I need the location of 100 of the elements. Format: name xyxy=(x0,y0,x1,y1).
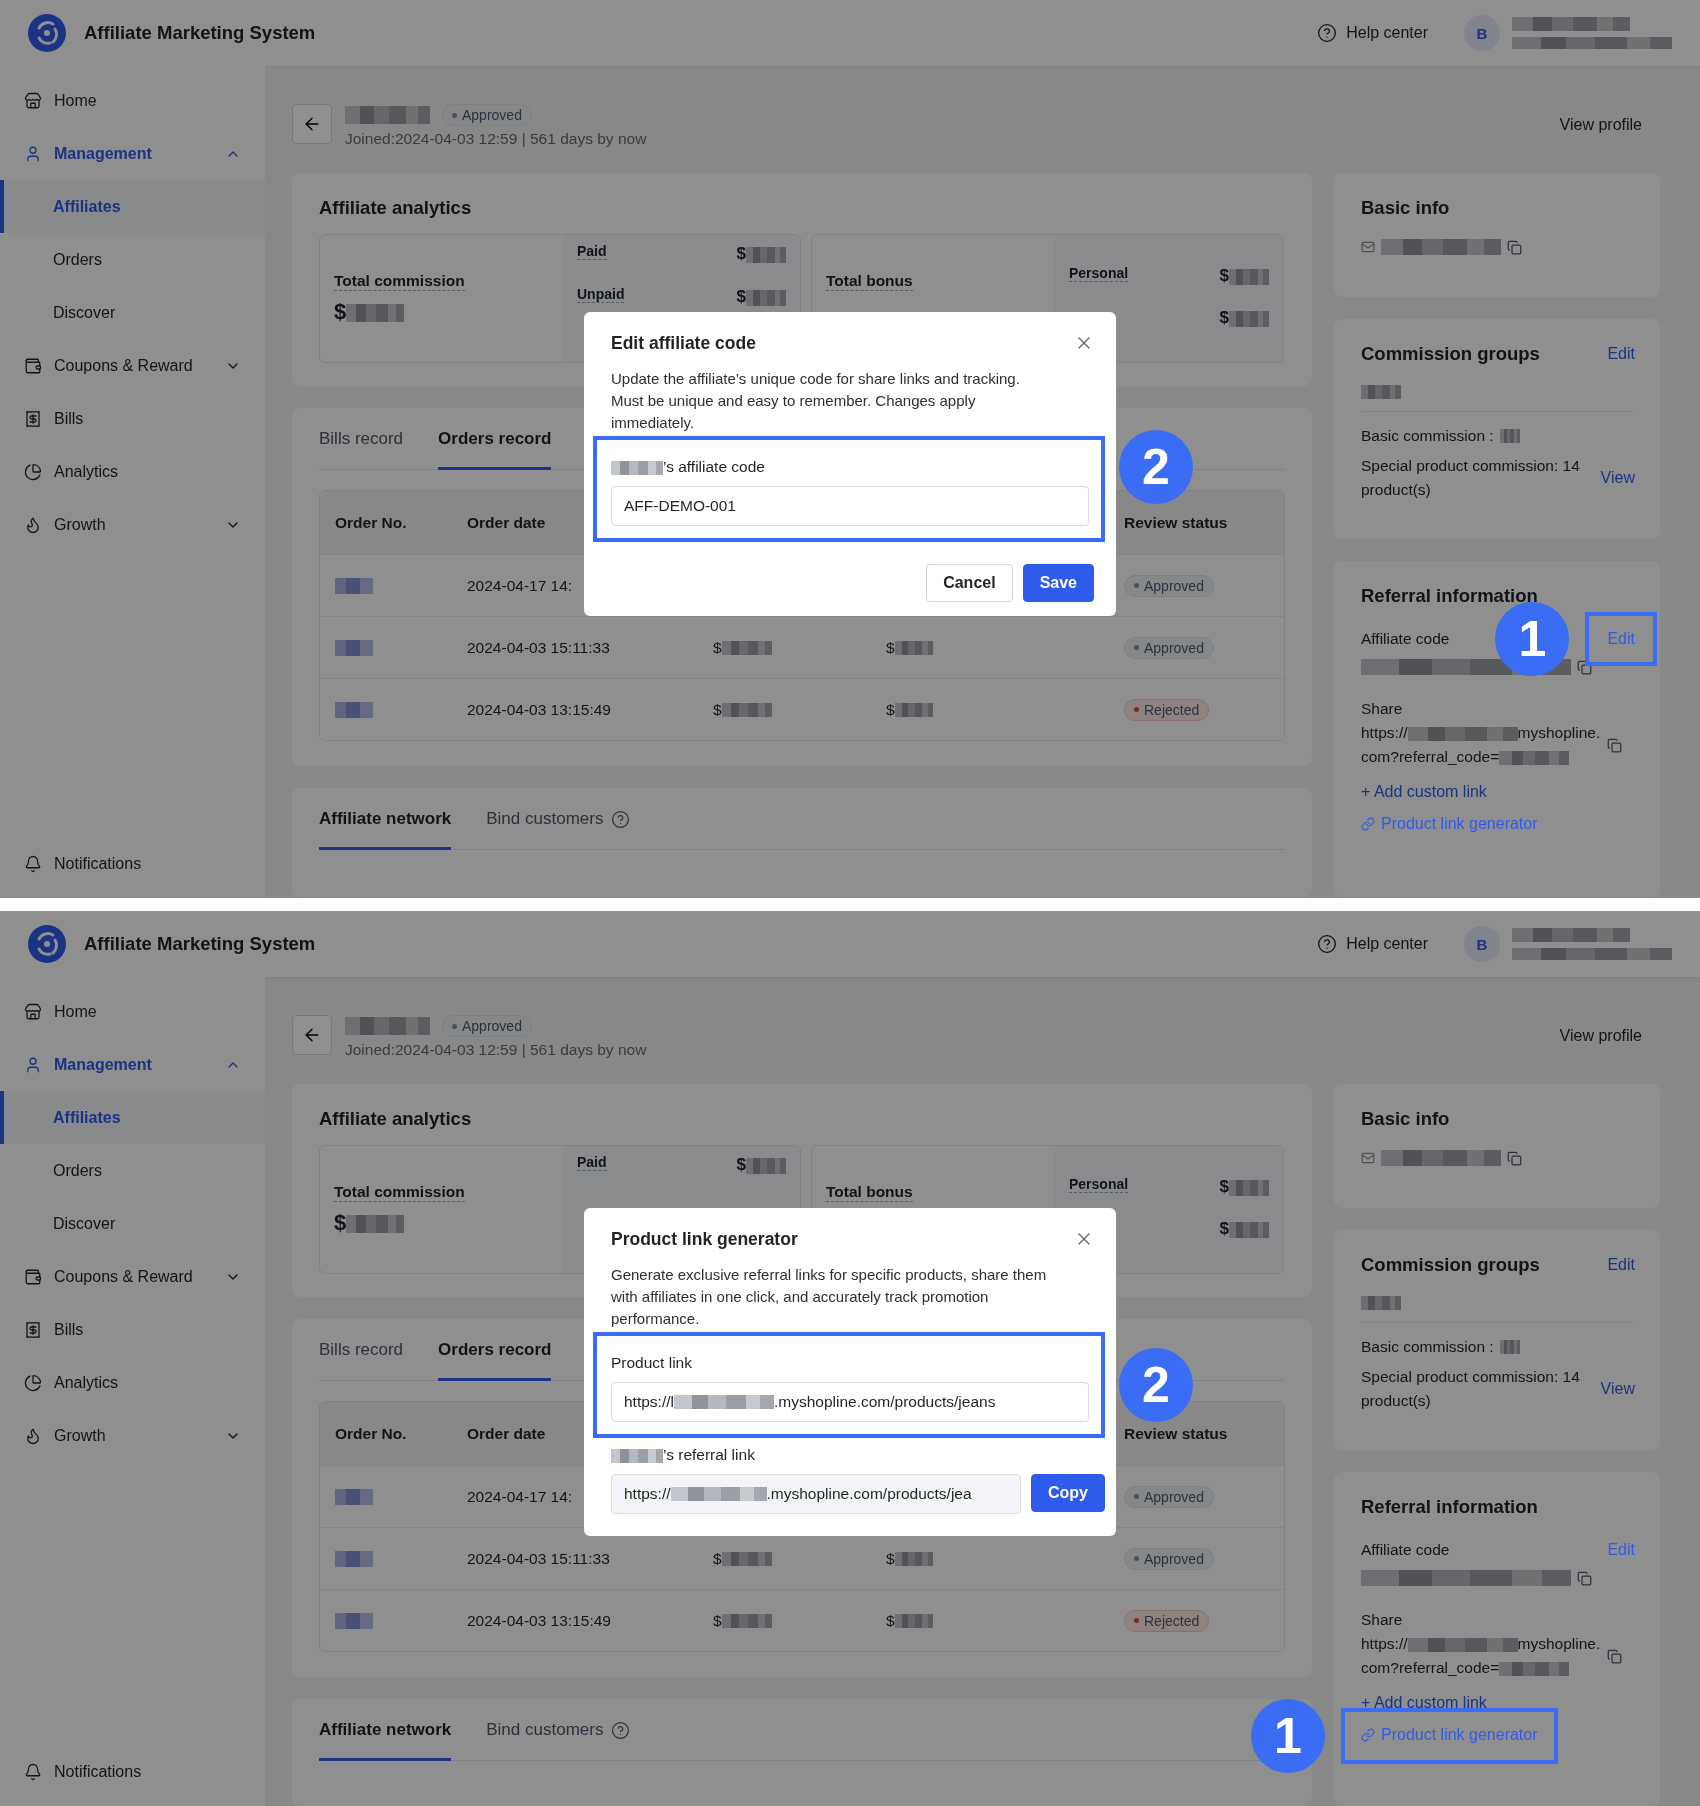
copy-icon[interactable] xyxy=(1507,1150,1522,1166)
user-icon xyxy=(24,144,42,163)
field-label: ’s affiliate code xyxy=(611,458,1089,476)
copy-icon[interactable] xyxy=(1607,737,1622,753)
input-field[interactable]: https://l .myshopline.com/products/jeans xyxy=(611,1382,1089,1422)
copy-icon[interactable] xyxy=(1607,1648,1622,1664)
nav-item[interactable]: Analytics xyxy=(0,445,265,498)
stat-label: Personal xyxy=(1069,265,1129,282)
view-link[interactable]: View xyxy=(1600,469,1635,487)
nav-item[interactable]: Orders xyxy=(0,233,265,286)
edit-link[interactable]: Edit xyxy=(1607,345,1635,363)
dialog-description: Update the affiliate’s unique code for share links and tracking. Must be unique and easy to remember. Changes apply immediately. xyxy=(611,369,1021,433)
tab[interactable]: Affiliate network xyxy=(319,1699,452,1761)
table-cell: $ xyxy=(886,1611,933,1630)
nav-item[interactable]: Notifications xyxy=(0,837,265,890)
help-icon xyxy=(1317,23,1338,43)
tab[interactable]: Orders record xyxy=(438,408,552,470)
add-custom-link[interactable]: + Add custom link xyxy=(1361,1694,1487,1712)
user-icon xyxy=(24,1055,42,1074)
redacted-text xyxy=(335,1489,373,1506)
view-profile-link[interactable]: View profile xyxy=(1559,116,1642,134)
stat-label: Total bonus xyxy=(826,272,913,291)
tab[interactable]: Affiliate network xyxy=(319,788,452,850)
stat-label: Personal xyxy=(1069,1176,1129,1193)
nav-item[interactable]: Management xyxy=(0,1038,265,1091)
nav-item[interactable]: Coupons & Reward xyxy=(0,339,265,392)
redacted-text xyxy=(1361,1296,1401,1310)
tab[interactable]: Bills record xyxy=(319,408,404,470)
table-cell: 2024-04-03 15:11:33 xyxy=(467,1549,610,1568)
dialog-button[interactable]: Cancel xyxy=(926,564,1013,602)
nav-item[interactable]: Home xyxy=(0,74,265,127)
copy-button[interactable]: Copy xyxy=(1031,1474,1105,1512)
back-button[interactable] xyxy=(292,1015,332,1055)
dialog-button[interactable]: Save xyxy=(1022,564,1094,602)
nav-item[interactable]: Bills xyxy=(0,392,265,445)
pie-chart-icon xyxy=(24,462,42,481)
help-icon xyxy=(611,809,631,829)
nav-item[interactable]: Affiliates xyxy=(0,180,265,233)
link-icon xyxy=(1361,817,1375,831)
redacted-text xyxy=(335,1551,373,1568)
card-title: Commission groups xyxy=(1361,343,1540,365)
tab[interactable]: Bills record xyxy=(319,1319,404,1381)
nav-item[interactable]: Growth xyxy=(0,498,265,551)
receipt-icon xyxy=(24,1320,42,1339)
link-icon xyxy=(1361,1728,1375,1742)
nav-item[interactable]: Orders xyxy=(0,1144,265,1197)
copy-icon[interactable] xyxy=(1577,1570,1592,1586)
store-icon xyxy=(24,91,42,110)
status-badge: Rejected xyxy=(1124,1609,1210,1632)
back-button[interactable] xyxy=(292,104,332,144)
view-link[interactable]: View xyxy=(1600,1380,1635,1398)
help-center-link[interactable]: Help center xyxy=(1317,23,1428,43)
copy-icon[interactable] xyxy=(1577,659,1592,675)
field-label: Share xyxy=(1361,699,1403,719)
help-center-link[interactable]: Help center xyxy=(1317,934,1428,954)
card-title: Basic info xyxy=(1361,1108,1451,1130)
column-header: Review status xyxy=(1124,1424,1228,1443)
nav-item[interactable]: Home xyxy=(0,985,265,1038)
nav-item[interactable]: Analytics xyxy=(0,1356,265,1409)
avatar[interactable]: B xyxy=(1464,926,1500,962)
logo-icon xyxy=(28,14,66,52)
redacted-text xyxy=(335,702,373,719)
copy-icon[interactable] xyxy=(1507,239,1522,255)
status-badge: Approved xyxy=(1124,636,1214,659)
table-cell: 2024-04-03 15:11:33 xyxy=(467,638,610,657)
app-title: Affiliate Marketing System xyxy=(84,22,316,44)
table-cell: 2024-04-03 13:15:49 xyxy=(467,700,611,719)
avatar[interactable]: B xyxy=(1464,15,1500,51)
view-profile-link[interactable]: View profile xyxy=(1559,1027,1642,1045)
column-header: Review status xyxy=(1124,513,1228,532)
edit-link[interactable]: Edit xyxy=(1607,1256,1635,1274)
commission-text: Basic commission : xyxy=(1361,1337,1494,1357)
flame-icon xyxy=(24,515,42,534)
mail-icon xyxy=(1361,240,1375,254)
nav-item[interactable]: Coupons & Reward xyxy=(0,1250,265,1303)
nav-item[interactable]: Management xyxy=(0,127,265,180)
field-label: Affiliate code xyxy=(1361,629,1450,649)
joined-text: Joined:2024-04-03 12:59 | 561 days by now xyxy=(345,130,647,148)
help-icon xyxy=(611,1720,631,1740)
nav-item[interactable]: Affiliates xyxy=(0,1091,265,1144)
table-cell: 2024-04-17 14: xyxy=(467,576,573,595)
status-badge: Approved xyxy=(1124,1485,1214,1508)
amount-value: $ xyxy=(334,1210,549,1236)
field-label: Share xyxy=(1361,1610,1403,1630)
nav-item[interactable]: Growth xyxy=(0,1409,265,1462)
field-label: ’s referral link xyxy=(611,1446,1094,1464)
add-custom-link[interactable]: + Add custom link xyxy=(1361,783,1487,801)
joined-text: Joined:2024-04-03 12:59 | 561 days by now xyxy=(345,1041,647,1059)
tab[interactable]: Bind customers xyxy=(486,788,631,850)
nav-item[interactable]: Bills xyxy=(0,1303,265,1356)
store-icon xyxy=(24,1002,42,1021)
nav-item[interactable]: Discover xyxy=(0,286,265,339)
input-field[interactable]: https:// .myshopline.com/products/jea xyxy=(611,1474,1021,1514)
status-badge: Rejected xyxy=(1124,698,1210,721)
nav-item[interactable]: Notifications xyxy=(0,1745,265,1798)
tab[interactable]: Bind customers xyxy=(486,1699,631,1761)
amount-value: $ xyxy=(1219,1177,1269,1197)
input-field[interactable]: AFF-DEMO-001 xyxy=(611,486,1089,526)
tab[interactable]: Orders record xyxy=(438,1319,552,1381)
nav-item[interactable]: Discover xyxy=(0,1197,265,1250)
